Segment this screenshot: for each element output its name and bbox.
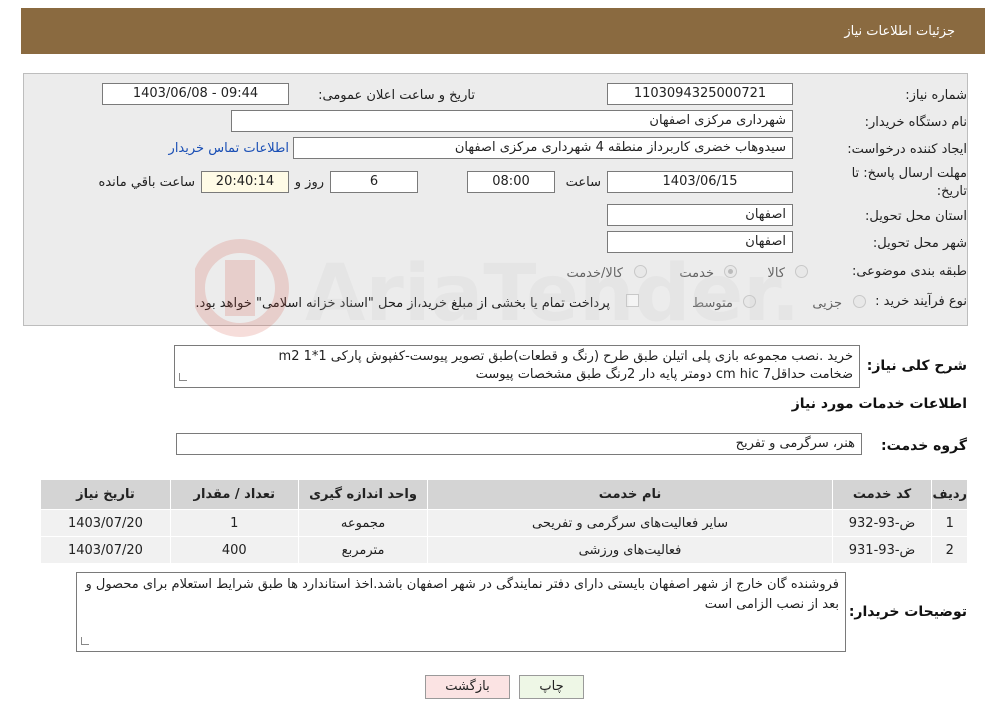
category-goods-service-radio[interactable] [634,265,647,278]
deadline-date-field[interactable]: 1403/06/15 [607,171,793,193]
treasury-payment-checkbox[interactable] [626,294,639,307]
service-group-field[interactable]: هنر، سرگرمی و تفریح [176,433,862,455]
deadline-label-line1: مهلت ارسال پاسخ: تا [851,166,967,181]
category-service-label: خدمت [679,266,714,281]
col-unit: واحد اندازه گیری [297,479,429,510]
cell-service-code: ض-93-931 [831,536,933,564]
creator-field[interactable]: سیدوهاب خضری کاربرداز منطقه 4 شهرداری مر… [293,137,793,159]
city-field[interactable]: اصفهان [607,231,793,253]
need-number-label: شماره نیاز: [905,88,967,103]
cell-quantity: 400 [169,536,299,564]
services-table-header: ردیف کد خدمت نام خدمت واحد اندازه گیری ت… [40,479,968,510]
need-number-field[interactable]: 1103094325000721 [607,83,793,105]
category-goods-service-label: کالا/خدمت [566,266,623,281]
print-button[interactable]: چاپ [519,675,584,699]
cell-quantity: 1 [169,509,299,537]
cell-need-date: 1403/07/20 [40,509,171,537]
remaining-time-field: 20:40:14 [201,171,289,193]
back-button[interactable]: بازگشت [425,675,510,699]
cell-need-date: 1403/07/20 [40,536,171,564]
description-textarea[interactable]: خرید .نصب مجموعه بازی پلی اتیلن طبق طرح … [174,345,860,388]
buyer-contact-link[interactable]: اطلاعات تماس خریدار [169,141,289,156]
description-line-2: ضخامت حداقل7 cm hic دومتر پایه دار 2رنگ … [475,367,853,382]
deadline-time-field[interactable]: 08:00 [467,171,555,193]
cell-row: 1 [931,509,968,537]
col-service-name: نام خدمت [427,479,833,510]
col-service-code: کد خدمت [831,479,933,510]
province-field[interactable]: اصفهان [607,204,793,226]
process-label: نوع فرآیند خرید : [875,294,967,309]
city-label: شهر محل تحویل: [872,236,967,251]
buyer-notes-label: توضیحات خریدار: [848,604,967,620]
category-goods-label: کالا [767,266,785,281]
remaining-label: ساعت باقي مانده [98,175,195,190]
cell-service-code: ض-93-932 [831,509,933,537]
table-row: 1 ض-93-932 سایر فعالیت‌های سرگرمی و تفری… [40,509,968,537]
process-medium-label: متوسط [692,296,733,311]
announce-label: تاریخ و ساعت اعلان عمومی: [318,88,475,103]
province-label: استان محل تحویل: [865,209,967,224]
creator-label: ایجاد کننده درخواست: [847,142,967,157]
cell-unit: مجموعه [297,509,429,537]
buyer-notes-text: فروشنده گان خارج از شهر اصفهان بایستی دا… [85,577,839,612]
page-title: جزئیات اطلاعات نیاز [844,24,955,39]
announce-field[interactable]: 1403/06/08 - 09:44 [102,83,289,105]
category-label: طبقه بندی موضوعی: [851,264,967,279]
process-medium-radio[interactable] [743,295,756,308]
cell-row: 2 [931,536,968,564]
deadline-label-line2: تاریخ: [936,184,967,199]
process-minor-radio[interactable] [853,295,866,308]
page-header-bar: جزئیات اطلاعات نیاز [21,8,985,54]
buyer-org-field[interactable]: شهرداری مرکزی اصفهان [231,110,793,132]
cell-service-name: فعالیت‌های ورزشی [427,536,833,564]
resize-handle-icon[interactable] [81,637,89,645]
resize-handle-icon[interactable] [179,373,187,381]
cell-unit: مترمربع [297,536,429,564]
category-service-radio[interactable] [724,265,737,278]
buyer-org-label: نام دستگاه خریدار: [864,115,967,130]
table-row: 2 ض-93-931 فعالیت‌های ورزشی مترمربع 400 … [40,536,968,564]
services-table: ردیف کد خدمت نام خدمت واحد اندازه گیری ت… [40,479,968,564]
col-need-date: تاریخ نیاز [40,479,171,510]
services-title: اطلاعات خدمات مورد نیاز [791,396,967,412]
service-group-label: گروه خدمت: [881,438,967,454]
description-line-1: خرید .نصب مجموعه بازی پلی اتیلن طبق طرح … [278,349,853,364]
col-quantity: تعداد / مقدار [169,479,299,510]
deadline-time-label: ساعت [565,175,601,190]
treasury-payment-note: پرداخت تمام یا بخشی از مبلغ خرید،از محل … [195,296,610,311]
process-minor-label: جزیی [812,296,842,311]
cell-service-name: سایر فعالیت‌های سرگرمی و تفریحی [427,509,833,537]
col-row: ردیف [931,479,968,510]
category-goods-radio[interactable] [795,265,808,278]
days-label: روز و [294,175,324,190]
description-label: شرح کلی نیاز: [866,358,967,374]
deadline-days-field[interactable]: 6 [330,171,418,193]
buyer-notes-textarea[interactable]: فروشنده گان خارج از شهر اصفهان بایستی دا… [76,572,846,652]
